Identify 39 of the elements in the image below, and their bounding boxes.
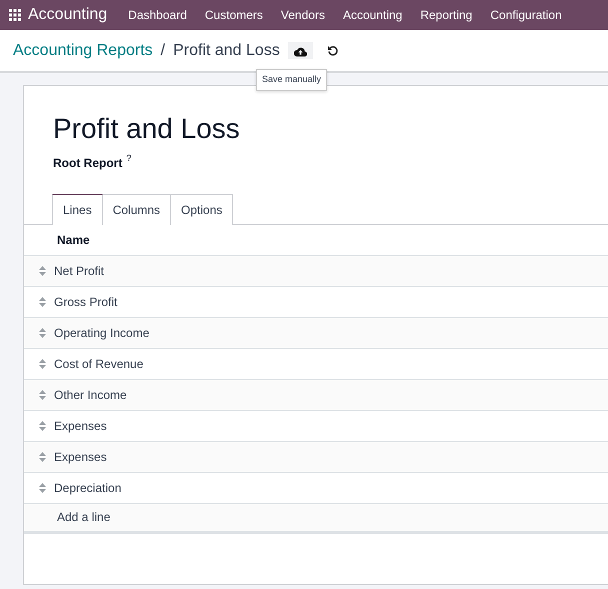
form-title: Profit and Loss: [53, 112, 241, 146]
drag-handle-icon[interactable]: [39, 390, 46, 400]
column-header: Name: [57, 232, 90, 249]
menu-item[interactable]: Configuration: [481, 6, 571, 24]
tooltip: Save manually: [256, 69, 328, 90]
breadcrumb-current: Profit and Loss: [173, 40, 280, 60]
menu-item[interactable]: Vendors: [272, 6, 334, 24]
drag-handle-icon[interactable]: [39, 482, 46, 493]
row-name[interactable]: Cost of Revenue: [54, 354, 144, 373]
drag-handle-icon[interactable]: [39, 266, 46, 276]
row-name[interactable]: Expenses: [54, 416, 107, 435]
row-name[interactable]: Depreciation: [54, 478, 122, 497]
row-name[interactable]: Other Income: [54, 386, 127, 404]
row-name[interactable]: Expenses: [54, 448, 107, 466]
drag-handle-icon[interactable]: [39, 296, 46, 307]
breadcrumb-separator: /: [160, 40, 166, 60]
tab[interactable]: Lines: [52, 194, 103, 225]
menu-item[interactable]: Dashboard: [119, 6, 196, 24]
drag-handle-icon[interactable]: [39, 328, 46, 338]
help-tooltip-mark[interactable]: ?: [126, 154, 132, 163]
row-name[interactable]: Net Profit: [54, 262, 104, 280]
row-name[interactable]: Operating Income: [54, 324, 150, 342]
menu-item[interactable]: Customers: [196, 6, 272, 24]
add-line-link[interactable]: Add a line: [57, 508, 110, 526]
app-name[interactable]: Accounting: [28, 3, 108, 27]
apps-menu-icon[interactable]: [8, 8, 22, 22]
menu-item[interactable]: Reporting: [411, 6, 482, 24]
cloud-upload-icon: [294, 46, 307, 57]
undo-icon: [326, 44, 339, 57]
tab[interactable]: Options: [170, 194, 234, 225]
breadcrumb-link[interactable]: Accounting Reports: [13, 38, 153, 62]
field-label: Root Report: [53, 154, 122, 172]
drag-handle-icon[interactable]: [39, 452, 46, 462]
drag-handle-icon[interactable]: [39, 358, 46, 369]
row-name[interactable]: Gross Profit: [54, 292, 118, 311]
drag-handle-icon[interactable]: [39, 420, 46, 431]
menu-item[interactable]: Accounting: [334, 6, 412, 24]
tab[interactable]: Columns: [102, 194, 172, 225]
save-button[interactable]: [288, 42, 313, 59]
